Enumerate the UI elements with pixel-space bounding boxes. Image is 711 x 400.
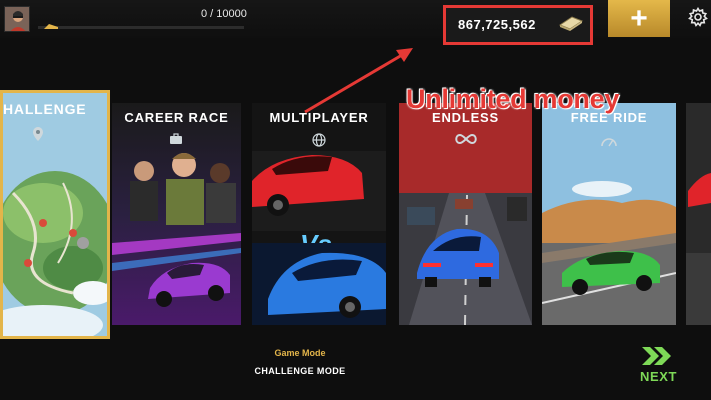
game-mode-value: CHALLENGE MODE <box>254 366 346 376</box>
xp-marker-icon <box>44 24 58 29</box>
next-label: NEXT <box>640 369 678 384</box>
infinity-icon <box>455 133 477 145</box>
card-title-free-ride: FREE RIDE <box>570 110 648 125</box>
money-amount: 867,725,562 <box>458 17 536 32</box>
player-avatar[interactable] <box>4 6 30 32</box>
game-mode-card-next-peek[interactable] <box>686 103 711 325</box>
xp-progress-bar <box>38 26 244 29</box>
double-chevron-icon <box>642 347 671 365</box>
settings-gear-icon[interactable] <box>688 7 708 27</box>
add-money-button[interactable]: + <box>608 0 670 37</box>
globe-icon <box>312 133 326 147</box>
game-mode-card-endless[interactable]: ENDLESS <box>399 103 532 325</box>
game-mode-card-free-ride[interactable]: FREE RIDE <box>542 103 676 325</box>
next-button[interactable]: NEXT <box>636 345 680 389</box>
card-title-multiplayer: MULTIPLAYER <box>269 110 369 125</box>
money-display: 867,725,562 <box>443 5 593 45</box>
game-mode-card-challenge[interactable]: HALLENGE <box>0 90 110 339</box>
top-bar: 0 / 10000 867,725,562 + <box>0 0 711 45</box>
game-mode-label: Game Mode <box>274 348 326 358</box>
game-mode-card-multiplayer[interactable]: Vs MULTIPLAYER <box>252 103 386 325</box>
game-mode-card-career-race[interactable]: CAREER RACE <box>112 103 241 325</box>
next-card-art <box>686 103 711 325</box>
challenge-map-art <box>3 93 107 336</box>
pin-icon <box>33 127 43 141</box>
card-title-challenge: HALLENGE <box>3 101 87 117</box>
xp-counter: 0 / 10000 <box>201 8 247 20</box>
plus-icon: + <box>630 1 648 35</box>
cash-stack-icon <box>558 16 584 31</box>
card-title-career-race: CAREER RACE <box>124 110 229 125</box>
card-title-endless: ENDLESS <box>431 110 499 125</box>
briefcase-icon <box>170 133 182 144</box>
speedometer-icon <box>601 138 617 147</box>
